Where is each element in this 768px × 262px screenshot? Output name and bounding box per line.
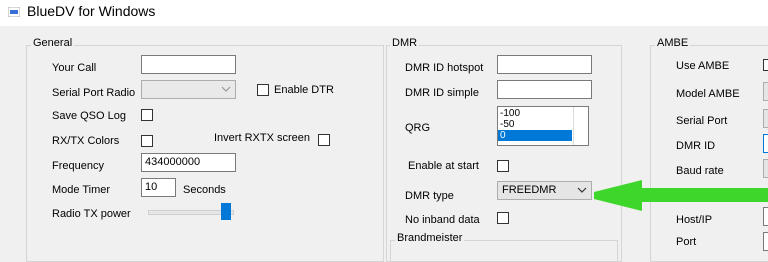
- ambe-dmr-id-input[interactable]: [763, 134, 768, 153]
- use-ambe-checkbox[interactable]: [763, 59, 768, 71]
- radio-tx-power-label: Radio TX power: [52, 208, 131, 220]
- enable-dtr-checkbox[interactable]: [257, 84, 269, 96]
- serial-port-radio-select[interactable]: [141, 80, 236, 99]
- dmr-id-hotspot-label: DMR ID hotspot: [405, 62, 484, 74]
- chevron-down-icon: [221, 86, 231, 92]
- invert-rxtx-screen-label: Invert RXTX screen: [214, 132, 310, 144]
- qrg-scroll[interactable]: [573, 107, 588, 145]
- save-qso-log-label: Save QSO Log: [52, 110, 126, 122]
- brandmeister-group-title: Brandmeister: [395, 232, 465, 244]
- ambe-serial-port-select[interactable]: [763, 109, 768, 128]
- your-call-label: Your Call: [52, 62, 97, 74]
- radio-tx-power-slider[interactable]: [221, 203, 231, 220]
- dmr-group-title: DMR: [390, 37, 420, 49]
- dmr-type-value: FREEDMR: [502, 184, 557, 196]
- qrg-label: QRG: [405, 122, 431, 134]
- dmr-id-hotspot-input[interactable]: [497, 55, 592, 74]
- model-ambe-select[interactable]: [763, 82, 768, 101]
- general-group-title: General: [31, 37, 75, 49]
- mode-timer-input[interactable]: 10: [141, 178, 176, 197]
- use-ambe-label: Use AMBE: [676, 60, 730, 72]
- green-arrow-pointer-icon: [594, 180, 768, 211]
- ambe-group-title: AMBE: [655, 37, 691, 49]
- enable-at-start-label: Enable at start: [408, 160, 479, 172]
- dmr-type-label: DMR type: [405, 190, 454, 202]
- enable-dtr-label: Enable DTR: [274, 84, 334, 96]
- no-inband-data-checkbox[interactable]: [497, 212, 509, 224]
- mode-timer-label: Mode Timer: [52, 184, 111, 196]
- dmr-id-simple-input[interactable]: [497, 80, 592, 99]
- qrg-option-selected[interactable]: 0: [498, 130, 572, 141]
- ambe-group: [650, 45, 768, 262]
- frequency-input[interactable]: 434000000: [141, 153, 236, 172]
- serial-port-radio-label: Serial Port Radio: [52, 87, 136, 99]
- ambe-serial-port-label: Serial Port: [676, 115, 728, 127]
- save-qso-log-checkbox[interactable]: [141, 109, 153, 121]
- baud-rate-select[interactable]: [763, 159, 768, 178]
- title-bar: BlueDV for Windows: [0, 0, 768, 26]
- frequency-label: Frequency: [52, 160, 104, 172]
- dmr-group: [386, 45, 622, 262]
- model-ambe-label: Model AMBE: [676, 88, 740, 100]
- qrg-listbox[interactable]: -100 -50 0: [497, 106, 589, 146]
- dmr-id-simple-label: DMR ID simple: [405, 87, 479, 99]
- chevron-down-icon: [577, 187, 587, 193]
- no-inband-data-label: No inband data: [405, 214, 480, 226]
- your-call-input[interactable]: [141, 55, 236, 74]
- window-title: BlueDV for Windows: [27, 3, 156, 19]
- port-input[interactable]: [763, 232, 768, 251]
- port-label: Port: [676, 236, 697, 248]
- enable-at-start-checkbox[interactable]: [497, 160, 509, 172]
- bluedv-app-icon: [8, 7, 20, 17]
- host-ip-label: Host/IP: [676, 214, 713, 226]
- seconds-label: Seconds: [183, 184, 226, 196]
- rxtx-colors-label: RX/TX Colors: [52, 135, 120, 147]
- baud-rate-label: Baud rate: [676, 165, 724, 177]
- ambe-dmr-id-label: DMR ID: [676, 140, 716, 152]
- dmr-type-select[interactable]: FREEDMR: [497, 181, 592, 200]
- invert-rxtx-screen-checkbox[interactable]: [318, 134, 330, 146]
- rxtx-colors-checkbox[interactable]: [141, 135, 153, 147]
